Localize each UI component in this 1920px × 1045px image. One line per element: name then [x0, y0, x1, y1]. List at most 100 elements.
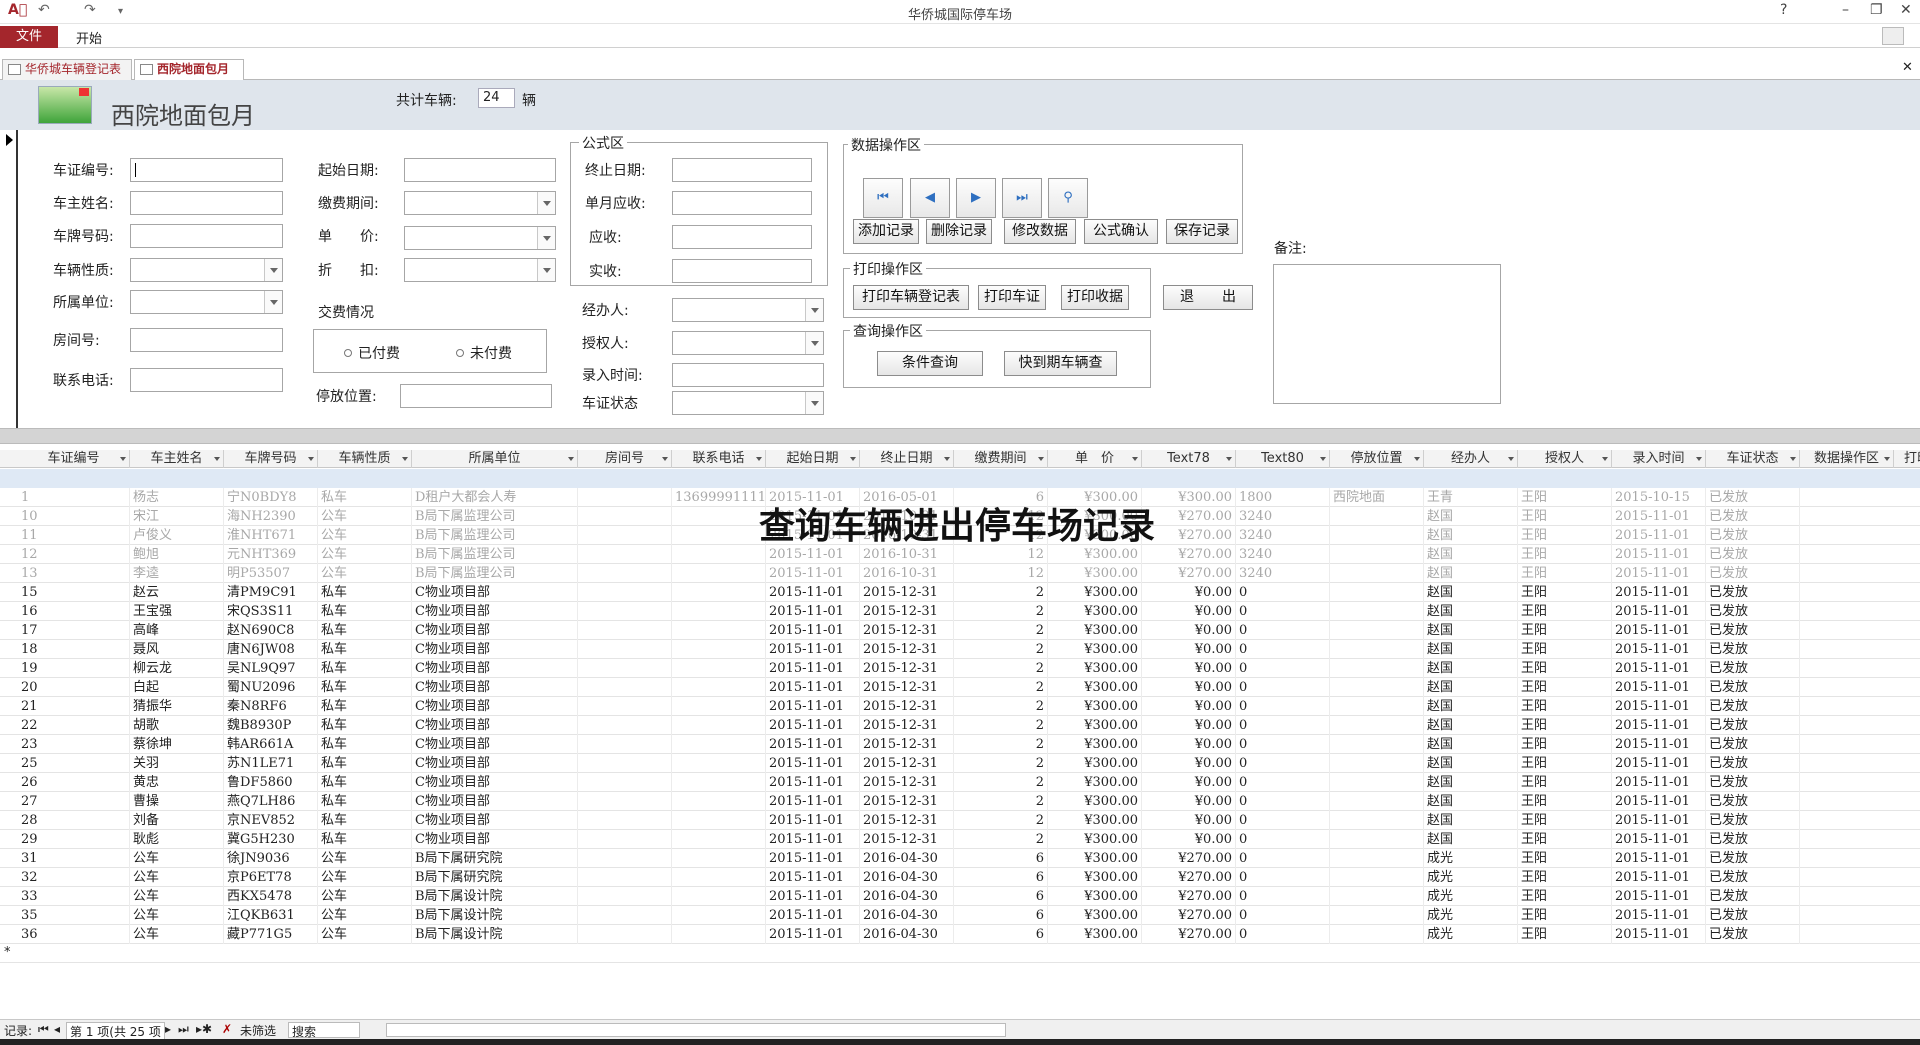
column-header[interactable]: 车证编号 — [18, 450, 130, 468]
chevron-down-icon[interactable] — [1414, 457, 1420, 461]
table-cell[interactable]: 6 — [954, 868, 1048, 887]
table-cell[interactable]: 已发放 — [1706, 716, 1800, 735]
table-cell[interactable]: 2 — [954, 735, 1048, 754]
table-cell[interactable] — [578, 583, 672, 602]
table-cell[interactable]: 蔡徐坤 — [130, 735, 224, 754]
table-cell[interactable]: 鲍旭 — [130, 545, 224, 564]
table-cell[interactable]: 2015-11-01 — [1612, 925, 1706, 944]
table-row[interactable]: 27 曹操 燕Q7LH86 私车 C物业项目部 2015-11-01 2015-12-31 2… — [0, 792, 1920, 811]
prev-record-button[interactable]: ◀ — [910, 178, 950, 218]
table-cell[interactable]: 已发放 — [1706, 735, 1800, 754]
table-cell[interactable]: ¥0.00 — [1142, 697, 1236, 716]
table-cell[interactable]: ¥270.00 — [1142, 868, 1236, 887]
table-cell[interactable]: 1800 — [1236, 488, 1330, 507]
table-cell[interactable]: 36 — [18, 925, 130, 944]
table-cell[interactable]: 3240 — [1236, 564, 1330, 583]
monthly-due-input[interactable] — [672, 191, 812, 215]
chevron-down-icon[interactable] — [1038, 457, 1044, 461]
table-cell[interactable]: 0 — [1236, 697, 1330, 716]
table-cell[interactable]: 2015-11-01 — [1612, 507, 1706, 526]
table-cell[interactable]: 王青 — [1424, 488, 1518, 507]
table-cell[interactable]: 2015-12-31 — [860, 659, 954, 678]
table-cell[interactable]: B局下属设计院 — [412, 906, 578, 925]
table-cell[interactable]: 2015-11-01 — [766, 602, 860, 621]
owner-input[interactable] — [130, 191, 283, 215]
table-cell[interactable]: 2015-11-01 — [1612, 811, 1706, 830]
table-cell[interactable]: 3240 — [1236, 545, 1330, 564]
table-cell[interactable] — [578, 564, 672, 583]
table-cell[interactable]: 王阳 — [1518, 488, 1612, 507]
table-cell[interactable] — [578, 602, 672, 621]
table-cell[interactable]: 成光 — [1424, 887, 1518, 906]
table-cell[interactable]: ¥300.00 — [1048, 659, 1142, 678]
table-cell[interactable]: 15 — [18, 583, 130, 602]
table-cell[interactable]: 已发放 — [1706, 925, 1800, 944]
table-cell[interactable]: 蜀NU2096 — [224, 678, 318, 697]
table-cell[interactable]: 0 — [1236, 811, 1330, 830]
table-cell[interactable]: ¥270.00 — [1142, 564, 1236, 583]
chevron-down-icon[interactable] — [537, 192, 555, 214]
table-cell[interactable]: 公车 — [318, 925, 412, 944]
table-cell[interactable]: 关羽 — [130, 754, 224, 773]
table-cell[interactable] — [672, 849, 766, 868]
table-cell[interactable] — [1330, 583, 1424, 602]
print-receipt-button[interactable]: 打印收据 — [1061, 285, 1129, 310]
table-cell[interactable]: 冀G5H230 — [224, 830, 318, 849]
column-header[interactable]: 车主姓名 — [130, 450, 224, 468]
table-cell[interactable]: 已发放 — [1706, 488, 1800, 507]
table-cell[interactable]: B局下属研究院 — [412, 849, 578, 868]
authorizer-select[interactable] — [672, 331, 824, 355]
table-cell[interactable]: 胡歌 — [130, 716, 224, 735]
table-cell[interactable]: 2015-11-01 — [766, 906, 860, 925]
table-cell[interactable]: 公车 — [318, 849, 412, 868]
table-cell[interactable]: ¥0.00 — [1142, 621, 1236, 640]
table-cell[interactable]: B局下属监理公司 — [412, 526, 578, 545]
table-cell[interactable]: 私车 — [318, 640, 412, 659]
table-cell[interactable]: 29 — [18, 830, 130, 849]
table-cell[interactable]: ¥300.00 — [1048, 868, 1142, 887]
chevron-down-icon[interactable] — [214, 457, 220, 461]
table-cell[interactable]: 赵国 — [1424, 659, 1518, 678]
table-cell[interactable]: 2016-04-30 — [860, 849, 954, 868]
table-cell[interactable]: 曹操 — [130, 792, 224, 811]
table-cell[interactable] — [672, 754, 766, 773]
column-header[interactable]: 房间号 — [578, 450, 672, 468]
chevron-down-icon[interactable] — [1320, 457, 1326, 461]
chevron-down-icon[interactable] — [756, 457, 762, 461]
table-cell[interactable] — [1330, 602, 1424, 621]
search-input[interactable]: 搜索 — [288, 1022, 360, 1039]
table-cell[interactable]: 2015-11-01 — [1612, 868, 1706, 887]
table-cell[interactable]: 王阳 — [1518, 830, 1612, 849]
chevron-down-icon[interactable] — [662, 457, 668, 461]
table-cell[interactable]: 22 — [18, 716, 130, 735]
table-cell[interactable]: C物业项目部 — [412, 621, 578, 640]
table-cell[interactable] — [578, 792, 672, 811]
table-cell[interactable] — [672, 925, 766, 944]
table-cell[interactable]: 赵国 — [1424, 545, 1518, 564]
table-cell[interactable]: 已发放 — [1706, 830, 1800, 849]
table-cell[interactable]: 20 — [18, 678, 130, 697]
table-cell[interactable]: 2 — [954, 754, 1048, 773]
table-cell[interactable]: 2015-12-31 — [860, 716, 954, 735]
table-cell[interactable]: 江QKB631 — [224, 906, 318, 925]
table-cell[interactable]: 2015-11-01 — [766, 640, 860, 659]
table-cell[interactable]: 成光 — [1424, 849, 1518, 868]
table-cell[interactable]: 赵云 — [130, 583, 224, 602]
table-cell[interactable]: 王阳 — [1518, 792, 1612, 811]
table-cell[interactable]: 聂风 — [130, 640, 224, 659]
table-cell[interactable]: ¥0.00 — [1142, 811, 1236, 830]
table-cell[interactable]: 高峰 — [130, 621, 224, 640]
chevron-down-icon[interactable] — [264, 291, 282, 313]
table-cell[interactable]: 藏P771G5 — [224, 925, 318, 944]
table-row[interactable]: 17 高峰 赵N690C8 私车 C物业项目部 2015-11-01 2015-12-31 2… — [0, 621, 1920, 640]
table-cell[interactable]: 京NEV852 — [224, 811, 318, 830]
table-cell[interactable]: 18 — [18, 640, 130, 659]
table-cell[interactable]: ¥300.00 — [1048, 754, 1142, 773]
table-cell[interactable]: 公车 — [318, 868, 412, 887]
table-cell[interactable]: ¥300.00 — [1048, 906, 1142, 925]
table-cell[interactable]: 已发放 — [1706, 583, 1800, 602]
table-cell[interactable]: 3240 — [1236, 507, 1330, 526]
table-row[interactable]: 18 聂风 唐N6JW08 私车 C物业项目部 2015-11-01 2015-12-31 2… — [0, 640, 1920, 659]
table-cell[interactable]: 2015-11-01 — [766, 583, 860, 602]
table-cell[interactable]: 徐JN9036 — [224, 849, 318, 868]
